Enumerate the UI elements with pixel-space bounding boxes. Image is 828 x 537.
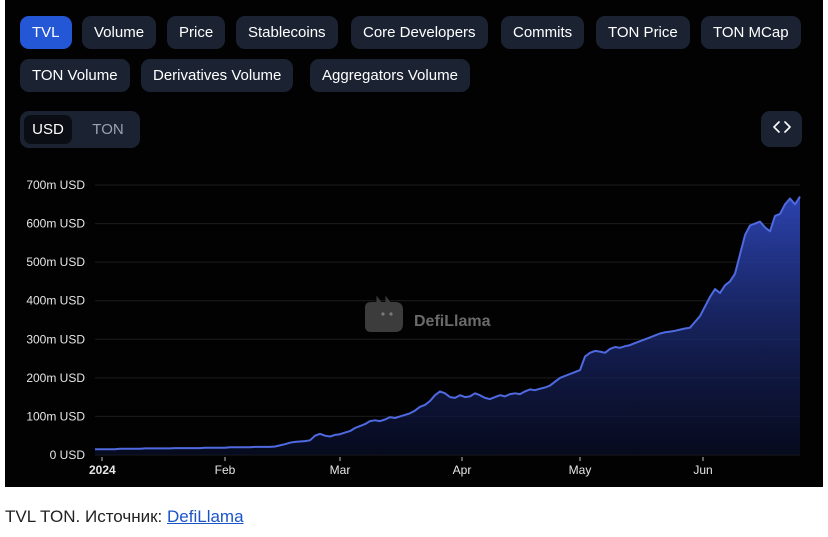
- caption-link[interactable]: DefiLlama: [167, 507, 244, 526]
- x-tick-label: Feb: [215, 463, 236, 477]
- x-tick-label: May: [569, 463, 592, 477]
- watermark: DefiLlama: [365, 295, 491, 332]
- y-tick-label: 500m USD: [26, 255, 85, 269]
- y-tick-label: 0 USD: [50, 448, 86, 462]
- llama-logo-icon: [365, 295, 403, 332]
- x-tick-label: Jun: [693, 463, 712, 477]
- watermark-text: DefiLlama: [414, 313, 491, 330]
- x-tick-label: Apr: [453, 463, 472, 477]
- x-tick-label: Mar: [330, 463, 351, 477]
- y-tick-label: 700m USD: [26, 178, 85, 192]
- caption: TVL TON. Источник: DefiLlama: [5, 507, 244, 527]
- chart-panel: TVL Volume Price Stablecoins Core Developers…: [5, 0, 823, 487]
- y-tick-label: 400m USD: [26, 294, 85, 308]
- caption-text: TVL TON. Источник:: [5, 507, 168, 526]
- y-tick-label: 600m USD: [26, 217, 85, 231]
- tvl-chart: DefiLlama 0 USD 100m USD 200m USD 300m USD 4…: [26, 178, 801, 477]
- x-tick-label: 2024: [89, 463, 116, 477]
- y-tick-label: 200m USD: [26, 371, 85, 385]
- y-tick-label: 100m USD: [26, 409, 85, 423]
- y-tick-label: 300m USD: [26, 332, 85, 346]
